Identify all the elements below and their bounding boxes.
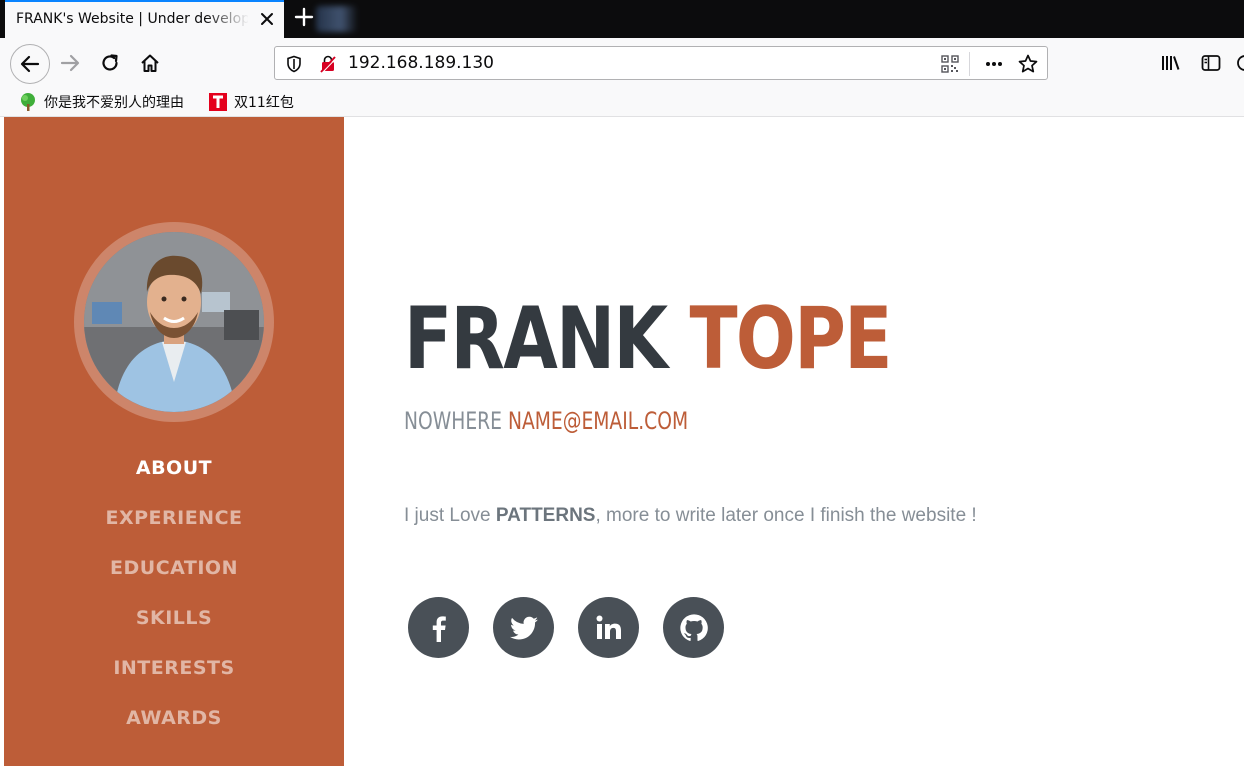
shield-icon[interactable]	[283, 53, 305, 75]
page-actions-icon[interactable]	[983, 53, 1005, 75]
nav-item-awards[interactable]: AWARDS	[4, 700, 344, 750]
sidebar-icon	[1201, 55, 1221, 71]
main-content: FRANK TOPE NOWHERE NAME@EMAIL.COM I just…	[344, 117, 1244, 766]
tmall-icon	[208, 92, 228, 112]
intro-text-start: I just Love	[404, 505, 496, 526]
qr-code-icon[interactable]	[939, 53, 961, 75]
nav-item-skills[interactable]: SKILLS	[4, 600, 344, 650]
library-button[interactable]	[1153, 45, 1189, 81]
nav-item-experience[interactable]: EXPERIENCE	[4, 500, 344, 550]
library-icon	[1162, 56, 1180, 70]
url-bar[interactable]: 192.168.189.130	[274, 46, 1048, 80]
github-icon	[679, 613, 708, 641]
tab-strip: FRANK's Website | Under development	[0, 0, 1244, 38]
intro-text: I just Love PATTERNS, more to write late…	[404, 505, 977, 527]
home-button[interactable]	[132, 45, 168, 81]
linkedin-icon	[596, 615, 621, 639]
home-icon	[141, 54, 159, 72]
bookmark-label-1: 你是我不爱别人的理由	[44, 95, 184, 111]
reload-icon	[102, 54, 118, 71]
first-name: FRANK	[404, 289, 668, 389]
nav-item-education[interactable]: EDUCATION	[4, 550, 344, 600]
intro-text-bold: PATTERNS	[495, 505, 596, 526]
sidebar-toggle-button[interactable]	[1193, 45, 1229, 81]
new-tab-icon[interactable]	[292, 5, 316, 29]
facebook-button[interactable]	[408, 597, 469, 658]
page-title: FRANK TOPE	[404, 289, 892, 389]
back-button[interactable]	[10, 44, 50, 84]
reload-button[interactable]	[92, 45, 128, 81]
menu-button-partial[interactable]	[1232, 45, 1244, 81]
sidebar: ABOUT EXPERIENCE EDUCATION SKILLS INTERE…	[4, 117, 344, 766]
navigation-toolbar: 192.168.189.130	[0, 38, 1244, 88]
forward-arrow-icon	[60, 54, 80, 72]
profile-photo-frame	[74, 222, 274, 422]
forward-button[interactable]	[52, 45, 88, 81]
close-tab-icon[interactable]	[257, 9, 277, 29]
bookmark-item-2[interactable]: 双11红包	[208, 90, 294, 114]
email-link[interactable]: NAME@EMAIL.COM	[508, 407, 688, 435]
last-name: TOPE	[689, 289, 892, 389]
sidebar-nav: ABOUT EXPERIENCE EDUCATION SKILLS INTERE…	[4, 450, 344, 750]
back-arrow-icon	[20, 55, 40, 73]
bookmarks-toolbar: 你是我不爱别人的理由 双11红包	[0, 88, 1244, 117]
intro-text-end: , more to write later once I finish the …	[595, 505, 977, 526]
bookmark-label-2: 双11红包	[234, 95, 294, 111]
bookmark-star-icon[interactable]	[1017, 53, 1039, 75]
subheading: NOWHERE NAME@EMAIL.COM	[404, 407, 688, 435]
url-text: 192.168.189.130	[348, 53, 495, 73]
blurred-tab	[316, 6, 358, 32]
twitter-button[interactable]	[493, 597, 554, 658]
linkedin-button[interactable]	[578, 597, 639, 658]
bookmark-item-1[interactable]: 你是我不爱别人的理由	[18, 90, 184, 114]
nav-item-about[interactable]: ABOUT	[4, 450, 344, 500]
location-text: NOWHERE	[404, 407, 502, 435]
tree-icon	[18, 92, 38, 112]
insecure-connection-icon[interactable]	[317, 53, 339, 75]
twitter-icon	[509, 616, 538, 639]
profile-photo	[84, 232, 264, 412]
facebook-icon	[432, 615, 446, 642]
nav-item-interests[interactable]: INTERESTS	[4, 650, 344, 700]
browser-tab[interactable]: FRANK's Website | Under development	[5, 0, 284, 38]
github-button[interactable]	[663, 597, 724, 658]
